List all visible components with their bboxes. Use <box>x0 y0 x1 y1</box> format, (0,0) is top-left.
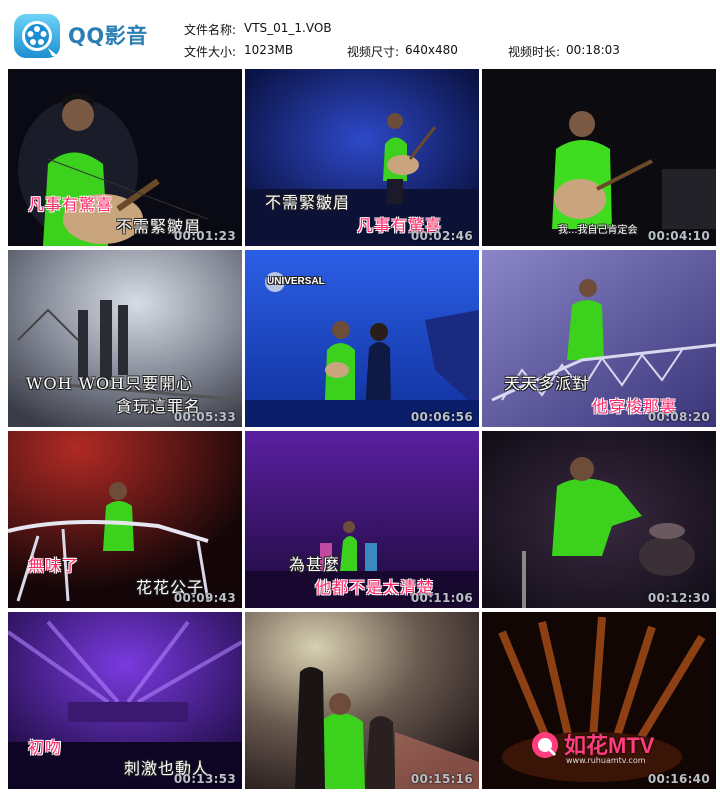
lyric-caption: 凡事有驚喜 <box>28 195 114 214</box>
lyric-caption: 初吻 <box>28 738 63 757</box>
ruhua-logo-icon <box>532 732 558 758</box>
timestamp: 00:15:16 <box>410 772 473 786</box>
qq-player-logo-icon <box>14 14 60 58</box>
video-dimensions-label: 视频尺寸: <box>347 45 400 59</box>
thumbnail-7: 無味了 花花公子 00:09:43 <box>8 431 242 608</box>
video-frame <box>8 431 242 608</box>
file-name-label: 文件名称: <box>184 23 237 37</box>
thumbnail-3: 我...我自己肯定会 00:04:10 <box>482 69 716 246</box>
timestamp: 00:11:06 <box>410 591 473 605</box>
thumbnail-6: 天天多派對 他穿梭那裏 00:08:20 <box>482 250 716 427</box>
timestamp: 00:09:43 <box>173 591 236 605</box>
info-header: QQ影音 文件名称: VTS_01_1.VOB 文件大小: 1023MB 视频尺… <box>0 0 720 66</box>
video-frame <box>482 69 716 246</box>
timestamp: 00:04:10 <box>647 229 710 243</box>
lyric-caption: 我...我自己肯定会 <box>558 225 638 236</box>
lyric-caption: 為甚麼 <box>289 555 341 574</box>
thumbnail-8: 為甚麼 他都不是太清楚 00:11:06 <box>245 431 479 608</box>
thumbnail-10: 初吻 刺激也動人 00:13:53 <box>8 612 242 789</box>
file-name-value: VTS_01_1.VOB <box>244 21 332 35</box>
watermark-url: www.ruhuamtv.com <box>566 756 646 765</box>
video-dimensions-value: 640x480 <box>405 43 458 57</box>
video-frame <box>245 612 479 789</box>
app-name: QQ影音 <box>68 24 148 48</box>
timestamp: 00:06:56 <box>410 410 473 424</box>
thumbnail-12: 如花MTV www.ruhuamtv.com 00:16:40 <box>482 612 716 789</box>
timestamp: 00:01:23 <box>173 229 236 243</box>
thumbnail-4: WOH WOH只要開心 貪玩這罪名 00:05:33 <box>8 250 242 427</box>
timestamp: 00:13:53 <box>173 772 236 786</box>
video-duration-label: 视频时长: <box>508 45 561 59</box>
lyric-caption: 天天多派對 <box>504 374 590 393</box>
universal-logo-text: UNIVERSAL <box>267 276 325 287</box>
thumbnail-2: 不需緊皺眉 凡事有驚喜 00:02:46 <box>245 69 479 246</box>
file-size-label: 文件大小: <box>184 45 237 59</box>
file-size-value: 1023MB <box>244 43 294 57</box>
lyric-caption: WOH WOH只要開心 <box>26 374 194 393</box>
lyric-caption: 不需緊皺眉 <box>265 193 351 212</box>
video-duration-value: 00:18:03 <box>566 43 620 57</box>
timestamp: 00:02:46 <box>410 229 473 243</box>
thumbnail-9: 00:12:30 <box>482 431 716 608</box>
timestamp: 00:12:30 <box>647 591 710 605</box>
video-frame <box>482 431 716 608</box>
timestamp: 00:05:33 <box>173 410 236 424</box>
timestamp: 00:16:40 <box>647 772 710 786</box>
thumbnail-1: 凡事有驚喜 不需緊皺眉 00:01:23 <box>8 69 242 246</box>
thumbnail-5: UNIVERSAL 00:06:56 <box>245 250 479 427</box>
thumbnail-11: 00:15:16 <box>245 612 479 789</box>
timestamp: 00:08:20 <box>647 410 710 424</box>
lyric-caption: 無味了 <box>28 556 80 575</box>
